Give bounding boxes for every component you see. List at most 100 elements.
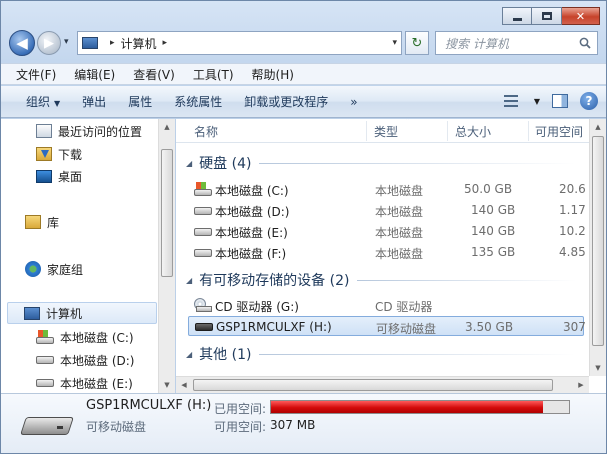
table-row[interactable]: 本地磁盘 (F:) 本地磁盘 135 GB 4.85 [188,242,586,262]
system-properties-button[interactable]: 系统属性 [163,93,233,110]
free-space-label: 可用空间: [214,420,267,434]
scroll-left-icon[interactable]: ◀ [176,377,192,393]
group-header-other[interactable]: ◢ 其他 (1) [186,344,576,364]
drive-total: 3.50 GB [465,320,514,334]
sidebar-item-downloads[interactable]: 下载 [36,143,82,165]
table-row-selected[interactable]: GSP1RMCULXF (H:) 可移动磁盘 3.50 GB 307 [188,316,586,336]
sidebar-item-computer[interactable]: 计算机 [7,302,157,324]
drive-name: CD 驱动器 (G:) [215,300,299,314]
sort-indicator-icon: ⌃ [404,119,411,125]
usb-drive-icon [20,413,74,437]
sidebar-item-drive-e[interactable]: 本地磁盘 (E:) [36,372,133,394]
navigation-pane: 最近访问的位置 下载 桌面 库 家庭组 计算机 本地磁盘 (C:) 本地磁盘 (… [1,119,175,393]
explorer-window: ✕ ◀ ▶ ▾ ▸ 计算机 ▸ ▾ ↻ 搜索 计算机 文件(F) 编辑(E) 查… [0,0,607,454]
sidebar-item-label: 家庭组 [47,262,84,277]
drive-total: 50.0 GB [464,182,513,196]
scrollbar-thumb[interactable] [592,136,604,346]
menu-edit[interactable]: 编辑(E) [65,66,124,83]
menu-view[interactable]: 查看(V) [124,66,184,83]
space-usage-fill [271,401,544,413]
menu-help[interactable]: 帮助(H) [243,66,303,83]
preview-pane-icon[interactable] [552,94,568,108]
free-space-value: 307 MB [270,418,316,432]
column-total-size[interactable]: 总大小 [455,123,491,140]
hard-drive-icon [194,207,212,215]
navigation-pane-scrollbar[interactable]: ▲ ▼ [158,119,175,393]
forward-button[interactable]: ▶ [37,31,61,55]
scroll-up-icon[interactable]: ▲ [590,119,606,135]
details-pane: GSP1RMCULXF (H:) 可移动磁盘 已用空间: 可用空间: 307 M… [1,393,606,453]
navigation-bar: ◀ ▶ ▾ ▸ 计算机 ▸ ▾ ↻ 搜索 计算机 [1,27,606,61]
scrollbar-thumb[interactable] [161,149,173,277]
drive-name: 本地磁盘 (C:) [215,184,289,198]
breadcrumb-separator[interactable]: ▸ [163,38,168,48]
scroll-up-icon[interactable]: ▲ [159,119,175,135]
toolbar-right-group: ▼ ? [503,92,598,110]
group-header-hard-disks[interactable]: ◢ 硬盘 (4) [186,153,576,173]
organize-button[interactable]: 组织 ▼ [15,93,71,110]
desktop-icon [36,169,52,183]
scroll-down-icon[interactable]: ▼ [590,360,606,376]
content-scrollbar[interactable]: ▲ ▼ [589,119,606,376]
more-commands-button[interactable]: » [339,95,368,109]
sidebar-item-recent-places[interactable]: 最近访问的位置 [36,120,142,142]
group-label: 有可移动存储的设备 (2) [199,273,350,289]
menu-tools[interactable]: 工具(T) [184,66,243,83]
column-type[interactable]: 类型 [374,123,398,140]
uninstall-program-button[interactable]: 卸载或更改程序 [233,93,339,110]
recent-pages-dropdown[interactable]: ▾ [64,37,69,47]
collapse-triangle-icon: ◢ [186,349,193,359]
drive-type: 可移动磁盘 [376,322,437,336]
minimize-button[interactable] [502,7,532,25]
address-bar[interactable]: ▸ 计算机 ▸ ▾ [77,31,402,55]
collapse-triangle-icon: ◢ [186,275,193,285]
drive-name: GSP1RMCULXF (H:) [216,320,332,334]
sidebar-item-homegroup[interactable]: 家庭组 [25,258,83,280]
scroll-down-icon[interactable]: ▼ [159,377,175,393]
breadcrumb-separator[interactable]: ▸ [110,38,115,48]
eject-button[interactable]: 弹出 [71,93,117,110]
drive-type: 本地磁盘 [375,226,424,240]
menu-bar: 文件(F) 编辑(E) 查看(V) 工具(T) 帮助(H) [1,63,606,85]
hard-drive-icon [36,356,54,364]
table-row[interactable]: CD 驱动器 (G:) CD 驱动器 [188,295,584,315]
drive-total: 135 GB [471,245,516,259]
close-button[interactable]: ✕ [562,7,600,25]
horizontal-scrollbar[interactable]: ◀ ▶ [176,376,589,393]
sidebar-item-desktop[interactable]: 桌面 [36,165,82,187]
drive-free: 307 [563,320,586,334]
back-button[interactable]: ◀ [9,30,35,56]
view-dropdown-icon[interactable]: ▼ [534,97,540,106]
properties-button[interactable]: 属性 [117,93,163,110]
downloads-folder-icon [36,147,52,161]
refresh-button[interactable]: ↻ [405,31,429,55]
drive-total: 140 GB [471,224,516,238]
details-drive-name: GSP1RMCULXF (H:) [86,398,212,413]
scroll-right-icon[interactable]: ▶ [573,377,589,393]
sidebar-item-drive-c[interactable]: 本地磁盘 (C:) [36,326,134,348]
column-free-space[interactable]: 可用空间 [535,123,583,140]
breadcrumb-computer[interactable]: 计算机 [121,35,157,52]
scrollbar-thumb[interactable] [193,379,553,391]
sidebar-item-libraries[interactable]: 库 [25,211,59,233]
sidebar-item-label: 库 [47,215,60,230]
table-row[interactable]: 本地磁盘 (D:) 本地磁盘 140 GB 1.17 [188,200,586,220]
group-header-removable[interactable]: ◢ 有可移动存储的设备 (2) [186,270,576,290]
drive-type: 本地磁盘 [375,205,424,219]
search-input[interactable]: 搜索 计算机 [435,31,598,55]
table-row[interactable]: 本地磁盘 (C:) 本地磁盘 50.0 GB 20.6 [188,179,586,199]
libraries-icon [25,215,41,229]
sidebar-item-drive-d[interactable]: 本地磁盘 (D:) [36,349,134,371]
drive-free: 20.6 [559,182,586,196]
hard-drive-icon [194,228,212,236]
column-name[interactable]: 名称 [194,123,218,140]
table-row[interactable]: 本地磁盘 (E:) 本地磁盘 140 GB 10.2 [188,221,586,241]
menu-file[interactable]: 文件(F) [7,66,65,83]
maximize-icon [541,12,552,20]
maximize-button[interactable] [532,7,562,25]
change-view-icon[interactable] [503,95,518,107]
address-dropdown-icon[interactable]: ▾ [392,38,397,48]
drive-free: 4.85 [559,245,586,259]
help-icon[interactable]: ? [580,92,598,110]
drive-free: 10.2 [559,224,586,238]
